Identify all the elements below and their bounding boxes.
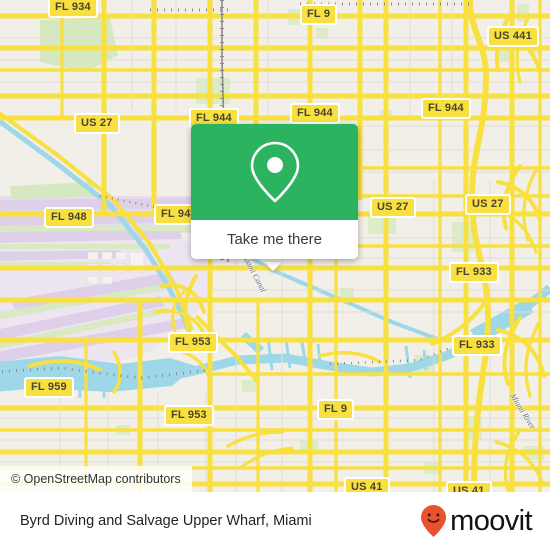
road-shield-us-27-center[interactable]: US 27: [370, 197, 416, 218]
road-shield-us-27-west[interactable]: US 27: [74, 113, 120, 134]
road-shield-us-27-east[interactable]: US 27: [465, 194, 511, 215]
road-shield-us-41-east[interactable]: US 41: [446, 481, 492, 492]
footer-bar: Byrd Diving and Salvage Upper Wharf, Mia…: [0, 492, 550, 550]
road-shield-fl-934[interactable]: FL 934: [48, 0, 98, 18]
road-shield-fl-953-lower[interactable]: FL 953: [164, 405, 214, 426]
popup-footer[interactable]: Take me there: [191, 220, 358, 259]
popup-header: [191, 124, 358, 220]
moovit-logo[interactable]: moovit: [420, 504, 533, 538]
moovit-map-screenshot: Miami Canal Miami River FL 934 FL 9 US 4…: [0, 0, 550, 550]
map-viewport[interactable]: Miami Canal Miami River FL 934 FL 9 US 4…: [0, 0, 550, 492]
popup-pointer: [264, 262, 282, 271]
moovit-wordmark: moovit: [450, 504, 532, 537]
road-shield-fl-948-west[interactable]: FL 948: [44, 207, 94, 228]
road-shield-fl-933-lower[interactable]: FL 933: [452, 335, 502, 356]
place-title: Byrd Diving and Salvage Upper Wharf, Mia…: [20, 513, 312, 529]
road-shield-fl-944-center[interactable]: FL 944: [290, 103, 340, 124]
location-popup-card[interactable]: Take me there: [191, 124, 358, 259]
road-shield-fl-9-south[interactable]: FL 9: [317, 399, 355, 420]
road-shield-fl-959[interactable]: FL 959: [24, 377, 74, 398]
road-shield-fl-953-upper[interactable]: FL 953: [168, 332, 218, 353]
map-pin-icon: [250, 141, 299, 203]
road-shield-us-41-west[interactable]: US 41: [344, 477, 390, 492]
moovit-pin-icon: [421, 505, 447, 537]
road-shield-us-441[interactable]: US 441: [487, 26, 539, 47]
take-me-there-label: Take me there: [226, 231, 323, 248]
road-shield-fl-933-upper[interactable]: FL 933: [449, 262, 499, 283]
attribution-text: © OpenStreetMap contributors: [11, 472, 181, 486]
road-shield-fl-944-east[interactable]: FL 944: [421, 98, 471, 119]
road-shield-fl-9-north[interactable]: FL 9: [300, 4, 338, 25]
map-attribution: © OpenStreetMap contributors: [0, 466, 192, 492]
